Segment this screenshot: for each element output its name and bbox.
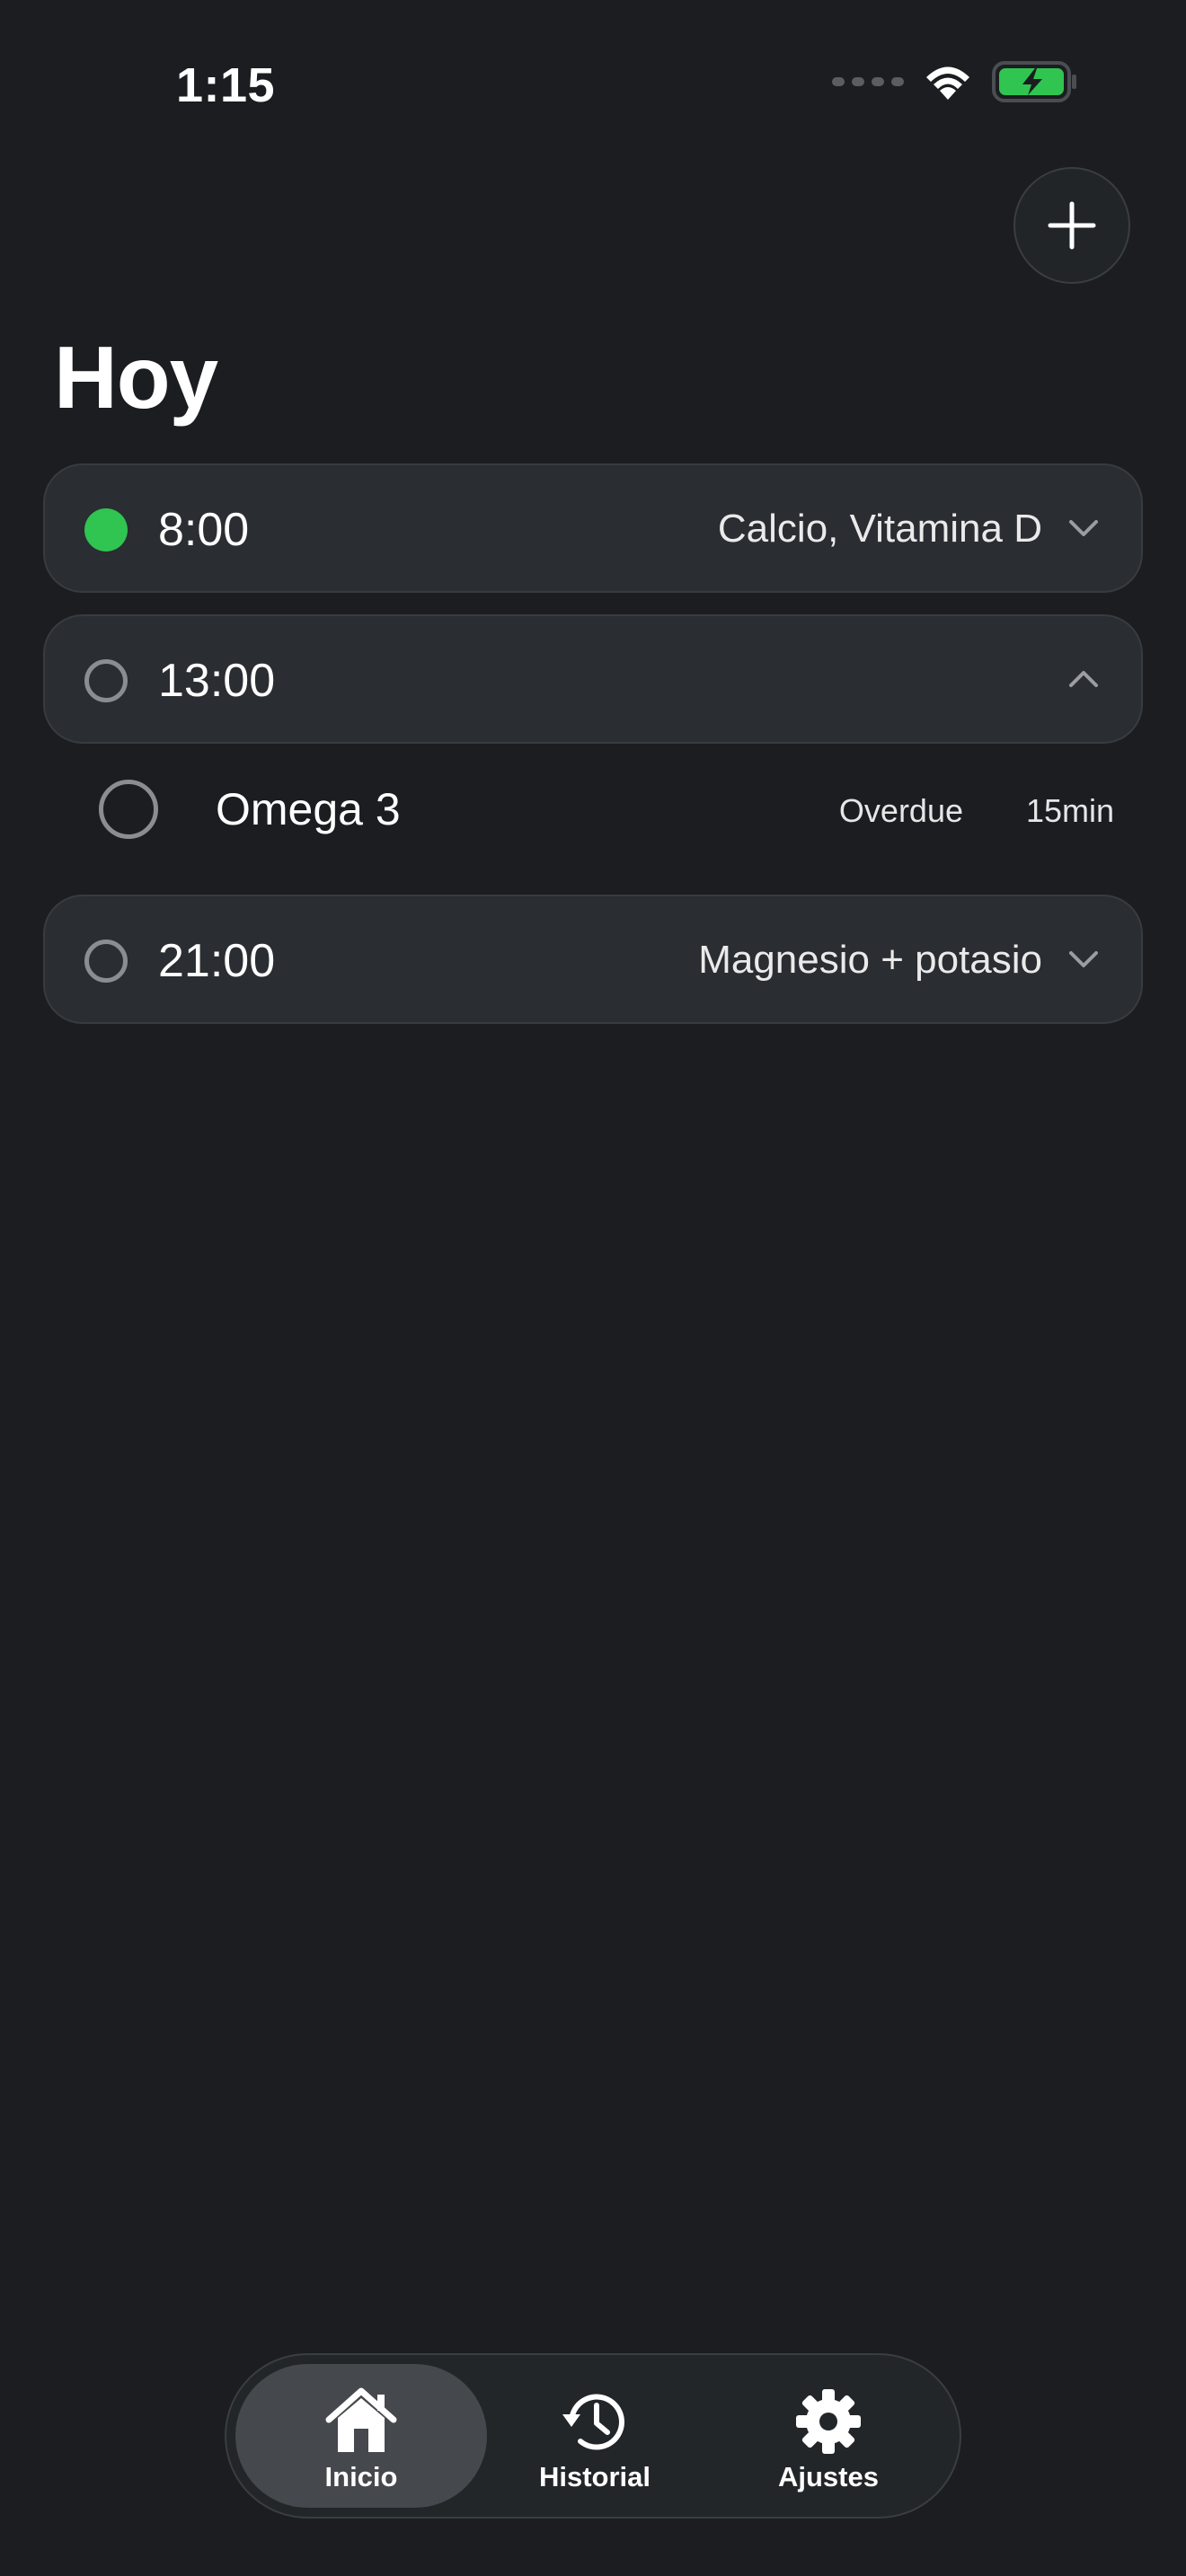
- list-item[interactable]: Omega 3 Overdue 15min: [43, 751, 1143, 868]
- status-time: 1:15: [176, 58, 276, 112]
- chevron-up-icon[interactable]: [1066, 661, 1102, 697]
- schedule-row-1300[interactable]: 13:00: [43, 614, 1143, 744]
- cellular-signal-icon: [832, 77, 904, 86]
- schedule-row-2100[interactable]: 21:00 Magnesio + potasio: [43, 895, 1143, 1024]
- tab-label: Historial: [538, 2461, 651, 2492]
- medication-checkbox[interactable]: [99, 780, 158, 839]
- row-time: 13:00: [158, 655, 276, 707]
- schedule-row-0800[interactable]: 8:00 Calcio, Vitamina D: [43, 463, 1143, 593]
- chevron-down-icon[interactable]: [1066, 510, 1102, 546]
- house-icon: [325, 2387, 397, 2452]
- tab-inicio[interactable]: Inicio: [235, 2364, 487, 2508]
- gear-icon: [796, 2389, 861, 2454]
- tab-historial[interactable]: Historial: [469, 2364, 721, 2508]
- add-button[interactable]: [1013, 167, 1130, 284]
- tab-ajustes[interactable]: Ajustes: [703, 2364, 954, 2508]
- history-icon: [562, 2394, 624, 2450]
- battery-charging-icon: [992, 61, 1078, 102]
- tab-label: Inicio: [324, 2461, 398, 2492]
- row-summary: Calcio, Vitamina D: [717, 507, 1042, 551]
- status-pending-icon: [84, 659, 128, 702]
- status-icons: [832, 61, 1078, 102]
- status-done-icon: [84, 508, 128, 551]
- tab-label: Ajustes: [778, 2461, 879, 2492]
- tab-bar: Inicio Historial Ajustes: [225, 2353, 961, 2519]
- plus-icon: [1048, 201, 1096, 250]
- wifi-icon: [922, 62, 974, 101]
- row-summary: Magnesio + potasio: [698, 938, 1042, 982]
- row-time: 21:00: [158, 935, 276, 987]
- delay-label: 15min: [1025, 792, 1114, 829]
- row-time: 8:00: [158, 504, 250, 556]
- page-title: Hoy: [54, 328, 218, 427]
- status-pending-icon: [84, 940, 128, 983]
- medication-name: Omega 3: [216, 784, 401, 834]
- overdue-label: Overdue: [838, 792, 963, 829]
- chevron-down-icon[interactable]: [1066, 941, 1102, 977]
